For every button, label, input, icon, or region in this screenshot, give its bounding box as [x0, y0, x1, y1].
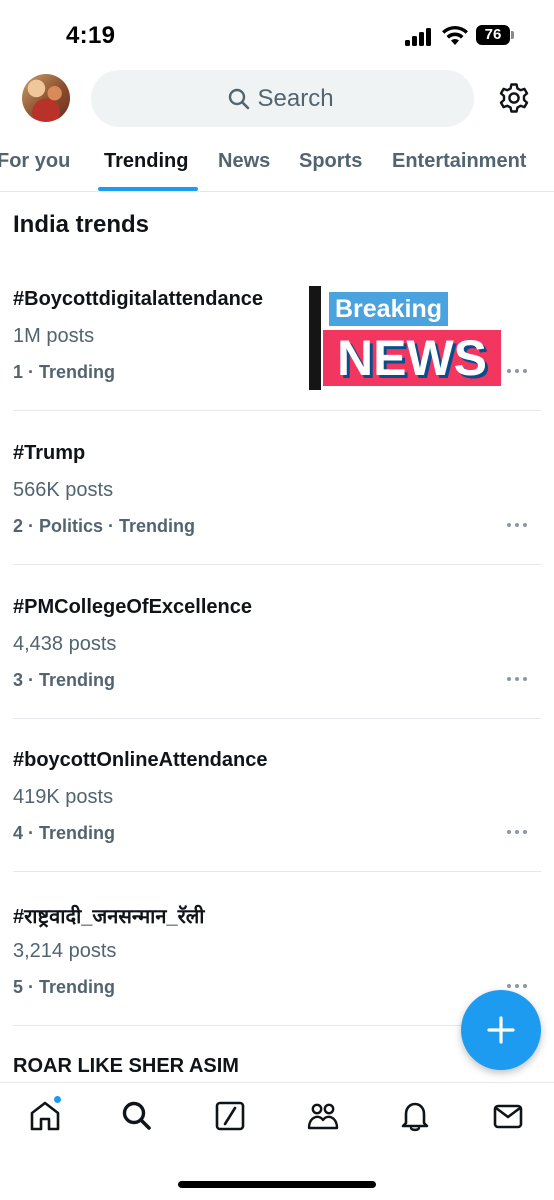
trend-name[interactable]: ROAR LIKE SHER ASIM	[13, 1055, 239, 1078]
thumbnail-bar	[309, 286, 321, 390]
communities-icon[interactable]	[306, 1099, 340, 1133]
home-icon[interactable]	[28, 1099, 62, 1133]
trend-name: #PMCollegeOfExcellence	[13, 596, 252, 618]
trend-post-count: 566K posts	[13, 479, 114, 501]
tab-for-you[interactable]: For you	[0, 150, 70, 173]
section-title: India trends	[13, 211, 150, 238]
trend-meta: 3 · Trending	[13, 670, 116, 690]
trend-name: #Trump	[13, 442, 86, 464]
trend-meta: 2 · Politics · Trending	[13, 516, 196, 536]
tab-trending[interactable]: Trending	[104, 150, 188, 173]
divider	[13, 410, 541, 411]
plus-icon	[487, 1016, 515, 1044]
trend-name: #boycottOnlineAttendance	[13, 749, 268, 771]
gear-icon[interactable]	[496, 80, 532, 116]
profile-avatar[interactable]	[22, 74, 70, 122]
cellular-signal-icon	[405, 28, 433, 46]
notifications-icon[interactable]	[398, 1099, 432, 1133]
trend-post-count: 419K posts	[13, 786, 114, 808]
search-input[interactable]	[257, 84, 338, 113]
trend-meta: 5 · Trending	[13, 977, 116, 997]
search-bar[interactable]	[91, 70, 474, 127]
wifi-icon	[442, 25, 468, 45]
trend-meta: 4 · Trending	[13, 823, 116, 843]
trend-name: #राष्ट्रवादी_जनसन्मान_रॅली	[13, 906, 205, 928]
trend-post-count: 1M posts	[13, 325, 95, 347]
more-options-icon[interactable]	[507, 523, 529, 529]
divider	[13, 871, 541, 872]
messages-icon[interactable]	[491, 1099, 525, 1133]
more-options-icon[interactable]	[507, 677, 529, 683]
status-bar: 4:19 76	[0, 0, 554, 70]
divider	[13, 564, 541, 565]
tab-news[interactable]: News	[218, 150, 270, 173]
active-tab-indicator	[98, 187, 198, 191]
home-indicator	[178, 1181, 376, 1188]
tab-bar: For you Trending News Sports Entertainme…	[0, 140, 554, 192]
tab-sports[interactable]: Sports	[299, 150, 362, 173]
status-time: 4:19	[66, 22, 116, 49]
trend-name: #Boycottdigitalattendance	[13, 288, 264, 310]
trend-thumbnail[interactable]: Breaking NEWS	[307, 286, 501, 390]
more-options-icon[interactable]	[507, 369, 529, 375]
notification-dot	[53, 1095, 62, 1104]
search-icon[interactable]	[120, 1099, 154, 1133]
compose-button[interactable]	[461, 990, 541, 1070]
trend-meta: 1 · Trending	[13, 362, 116, 382]
thumbnail-breaking-text: Breaking	[329, 292, 448, 326]
more-options-icon[interactable]	[507, 830, 529, 836]
thumbnail-news-text: NEWS	[323, 330, 501, 386]
search-icon	[228, 88, 249, 109]
divider	[13, 718, 541, 719]
grok-icon[interactable]	[213, 1099, 247, 1133]
battery-icon: 76	[476, 25, 514, 45]
trend-post-count: 3,214 posts	[13, 940, 117, 962]
tab-entertainment[interactable]: Entertainment	[392, 150, 526, 173]
trend-post-count: 4,438 posts	[13, 633, 117, 655]
battery-level: 76	[476, 25, 510, 45]
